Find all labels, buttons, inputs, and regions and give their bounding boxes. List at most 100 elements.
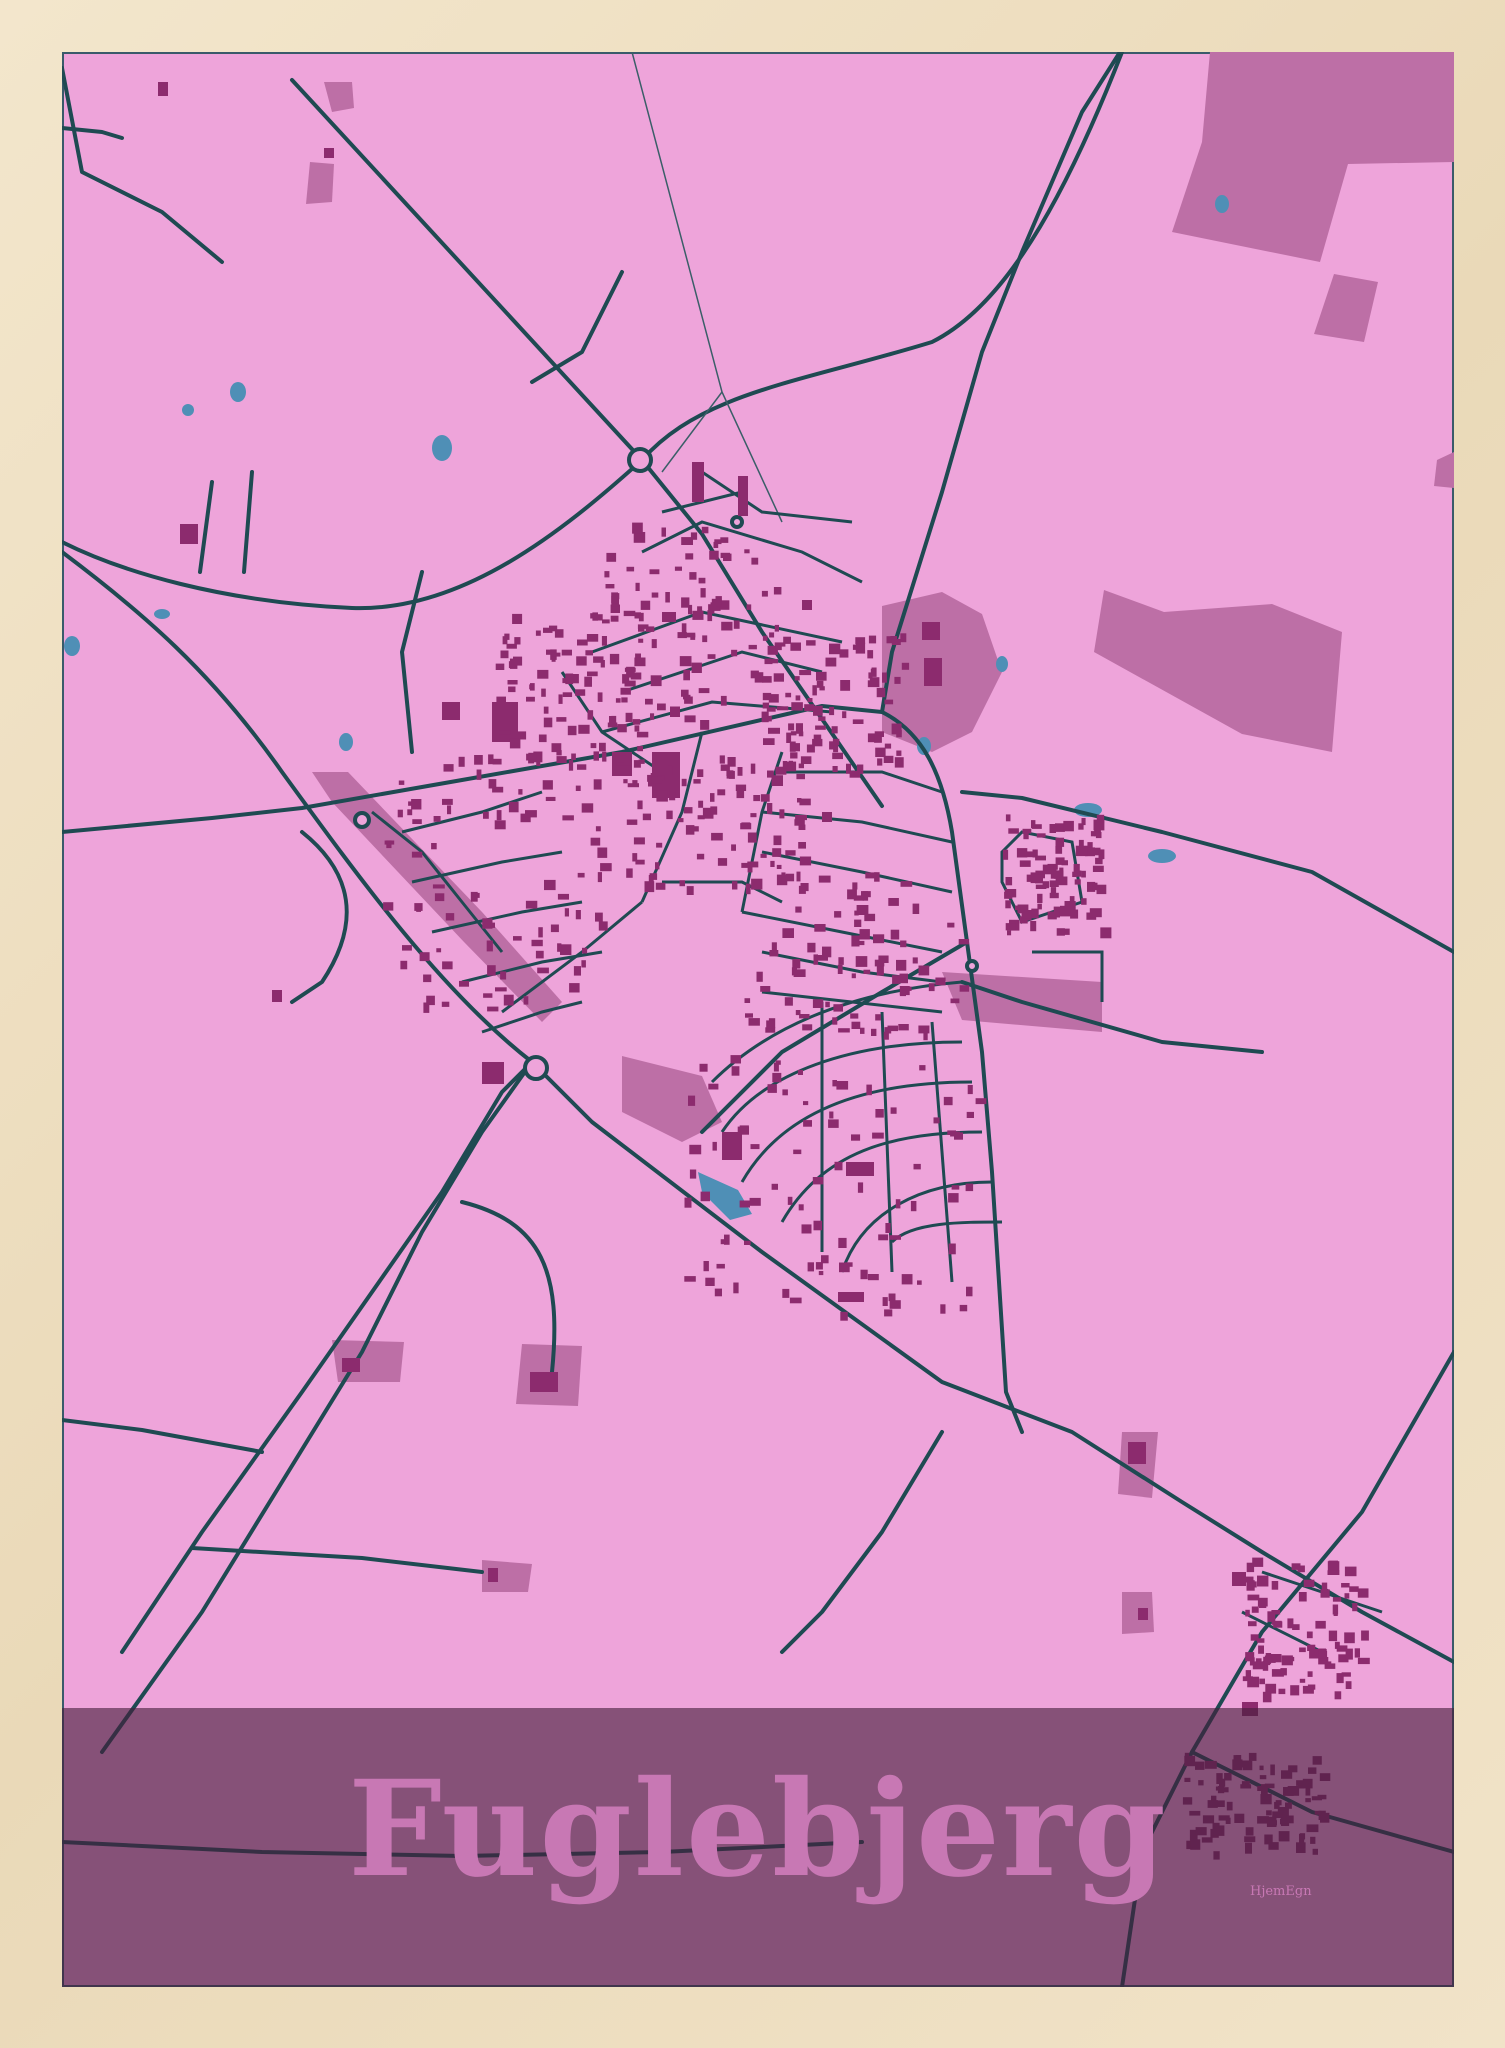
building — [683, 694, 691, 700]
building — [412, 819, 422, 824]
building — [1061, 860, 1068, 866]
building — [875, 1109, 884, 1118]
building — [1307, 1671, 1313, 1677]
building — [442, 798, 453, 805]
building — [593, 779, 602, 790]
building — [959, 1304, 968, 1312]
building — [710, 806, 718, 815]
building — [867, 1274, 879, 1281]
building — [398, 780, 405, 785]
building — [696, 853, 705, 860]
building — [637, 624, 649, 629]
building — [832, 1080, 837, 1087]
building — [821, 1255, 829, 1264]
building — [855, 642, 866, 654]
building — [770, 860, 775, 867]
building — [624, 756, 632, 766]
building — [638, 638, 644, 643]
building — [838, 957, 844, 965]
building — [483, 993, 493, 998]
building — [943, 1096, 953, 1106]
building — [1344, 1593, 1350, 1599]
map-poster: Fuglebjerg HjemEgn — [62, 52, 1454, 1987]
building — [767, 803, 773, 814]
building — [874, 959, 885, 967]
building — [685, 553, 694, 560]
building — [739, 1125, 749, 1134]
building — [458, 756, 465, 767]
poster-title: Fuglebjerg — [348, 1752, 1168, 1907]
building — [1069, 896, 1075, 906]
building — [642, 813, 651, 821]
building — [681, 778, 687, 787]
buildings — [158, 82, 1258, 1716]
building — [948, 1193, 959, 1203]
building — [400, 960, 408, 970]
building — [586, 634, 599, 642]
building — [890, 1107, 897, 1114]
building — [883, 1031, 889, 1040]
building — [651, 592, 659, 598]
building — [476, 769, 482, 780]
building — [1303, 1579, 1315, 1587]
building — [606, 552, 617, 562]
building — [715, 596, 722, 607]
building — [1271, 1620, 1282, 1625]
building — [872, 1132, 884, 1139]
building — [700, 588, 706, 598]
building — [884, 699, 894, 705]
building — [796, 773, 805, 780]
building — [441, 1001, 450, 1007]
building — [633, 837, 645, 845]
building — [684, 1276, 696, 1282]
building — [720, 552, 730, 558]
building — [819, 686, 825, 691]
building — [623, 779, 628, 784]
building — [492, 758, 502, 765]
building — [933, 1117, 940, 1124]
building — [560, 944, 572, 955]
building — [796, 871, 801, 882]
building — [1053, 870, 1064, 879]
building — [799, 1014, 810, 1019]
building — [602, 751, 607, 762]
building — [433, 816, 441, 822]
building — [851, 1021, 861, 1029]
building — [769, 950, 779, 957]
building — [773, 835, 782, 846]
building — [656, 842, 663, 848]
building — [610, 615, 619, 622]
building — [773, 673, 784, 682]
building — [818, 875, 831, 883]
building — [544, 879, 556, 891]
building — [733, 1282, 739, 1294]
building — [562, 692, 573, 697]
building — [436, 948, 442, 953]
building — [557, 943, 562, 952]
building — [1318, 1648, 1327, 1659]
building — [600, 863, 612, 872]
building — [1007, 930, 1012, 936]
building — [896, 730, 902, 738]
building — [776, 864, 782, 869]
building — [876, 687, 886, 698]
building — [712, 1141, 717, 1151]
building — [690, 826, 699, 832]
building — [1081, 870, 1086, 878]
building — [851, 973, 856, 979]
building — [1271, 1581, 1279, 1590]
building — [868, 635, 877, 644]
building — [1015, 905, 1021, 911]
building — [545, 796, 556, 801]
building — [1357, 1657, 1370, 1665]
building — [1258, 1645, 1264, 1654]
building — [686, 886, 694, 895]
building — [590, 837, 601, 846]
building — [1306, 1631, 1313, 1639]
building — [1031, 820, 1036, 829]
building — [1021, 910, 1032, 919]
building — [568, 760, 574, 771]
building — [525, 900, 538, 909]
building — [623, 610, 636, 617]
building — [605, 584, 615, 589]
